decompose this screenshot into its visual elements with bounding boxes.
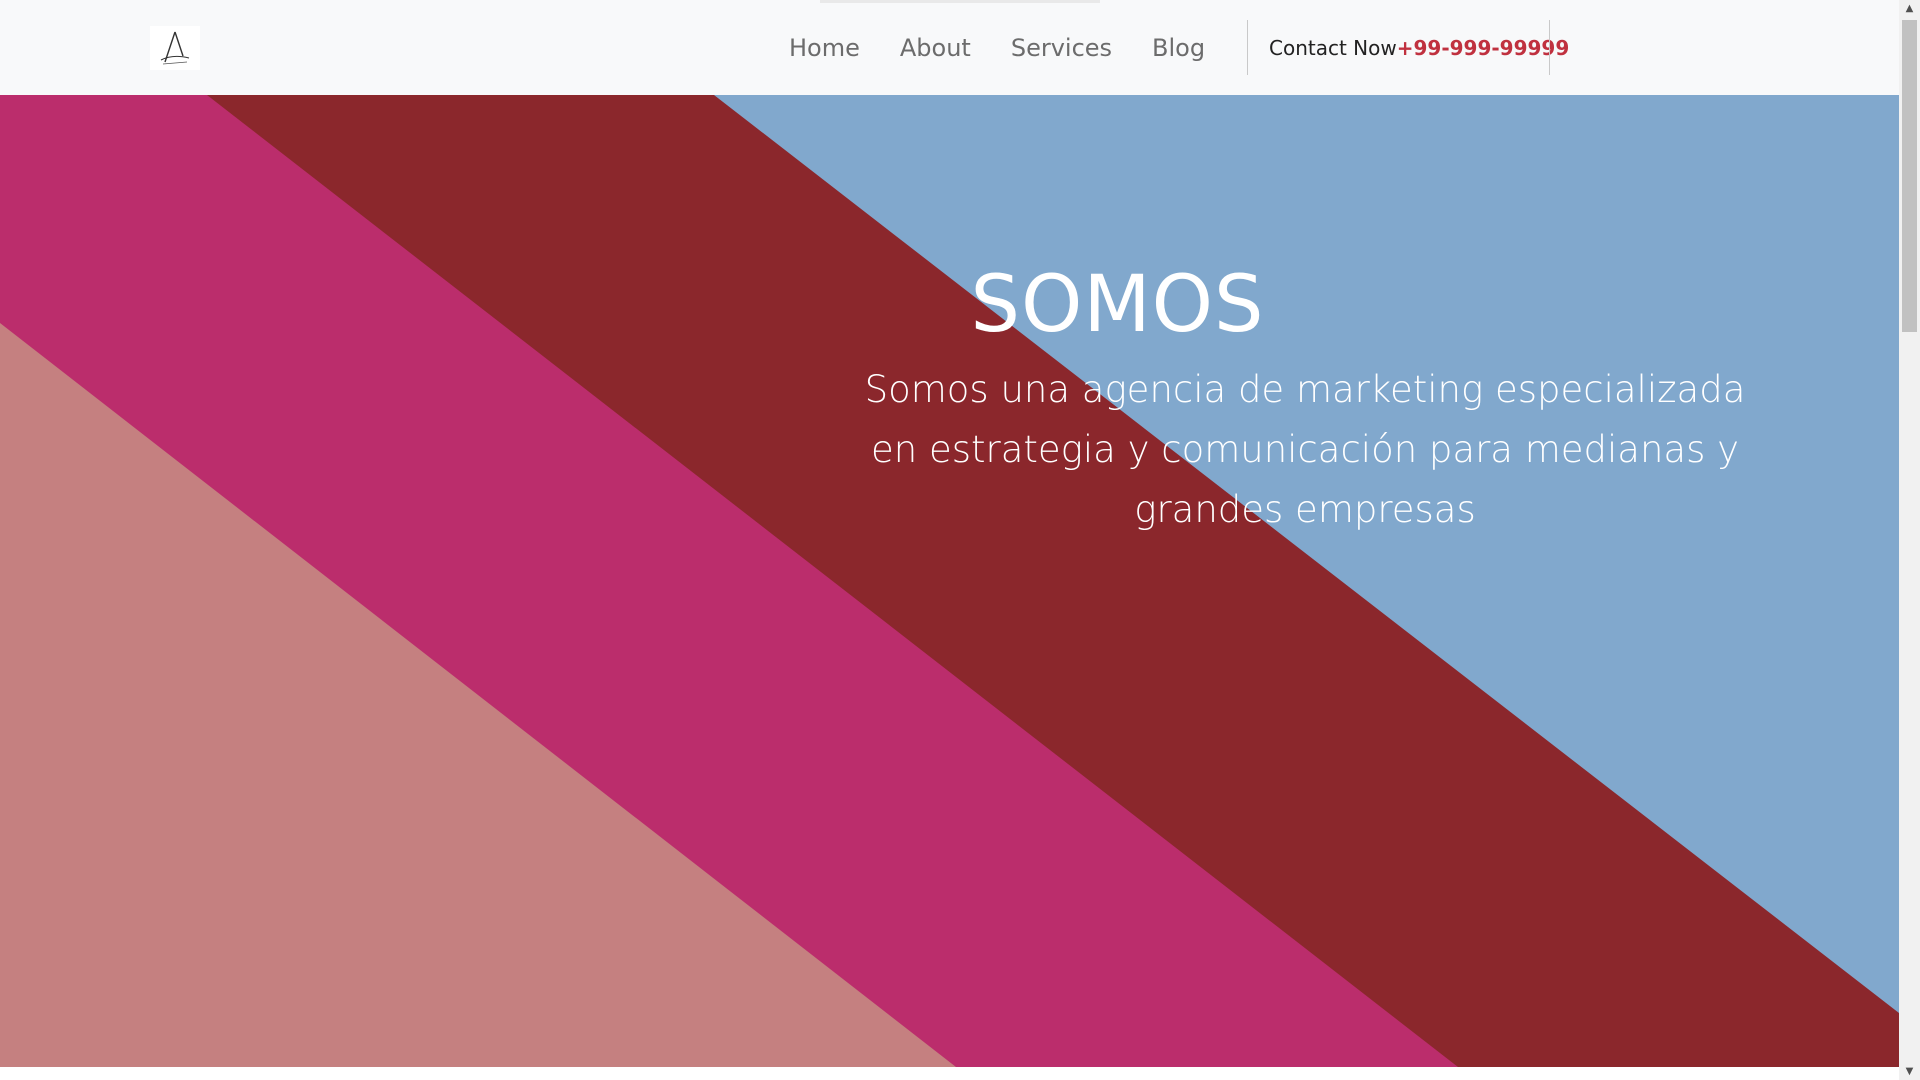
contact-label: Contact Now (1269, 35, 1397, 60)
nav-link-about[interactable]: About (900, 34, 971, 62)
scroll-up-icon[interactable]: ▲ (1899, 0, 1920, 17)
nav-link-blog[interactable]: Blog (1152, 34, 1205, 62)
top-highlight-sliver (820, 0, 1100, 3)
hero-title: SOMOS (970, 260, 1265, 350)
nav-links: Home About Services Blog (789, 0, 1245, 95)
scrollbar-thumb[interactable] (1902, 20, 1917, 332)
bottom-strip (0, 1067, 1899, 1080)
logo[interactable] (150, 26, 200, 70)
navbar: Home About Services Blog Contact Now +99-… (0, 0, 1899, 95)
nav-link-home[interactable]: Home (789, 34, 860, 62)
nav-divider-right (1549, 20, 1550, 75)
scroll-down-icon[interactable]: ▼ (1899, 1063, 1920, 1080)
contact-now[interactable]: Contact Now +99-999-99999 (1269, 0, 1569, 95)
page: Home About Services Blog Contact Now +99-… (0, 0, 1920, 1080)
nav-link-services[interactable]: Services (1011, 34, 1112, 62)
contact-phone[interactable]: +99-999-99999 (1397, 36, 1570, 60)
hero-description: Somos una agencia de marketing especiali… (864, 368, 1746, 531)
hero-section: SOMOS Somos una agencia de marketing esp… (0, 95, 1899, 1067)
nav-divider-left (1247, 20, 1248, 75)
hero-background-stripes (0, 95, 1899, 1067)
logo-icon (160, 31, 190, 65)
vertical-scrollbar[interactable]: ▲ ▼ (1899, 0, 1920, 1080)
